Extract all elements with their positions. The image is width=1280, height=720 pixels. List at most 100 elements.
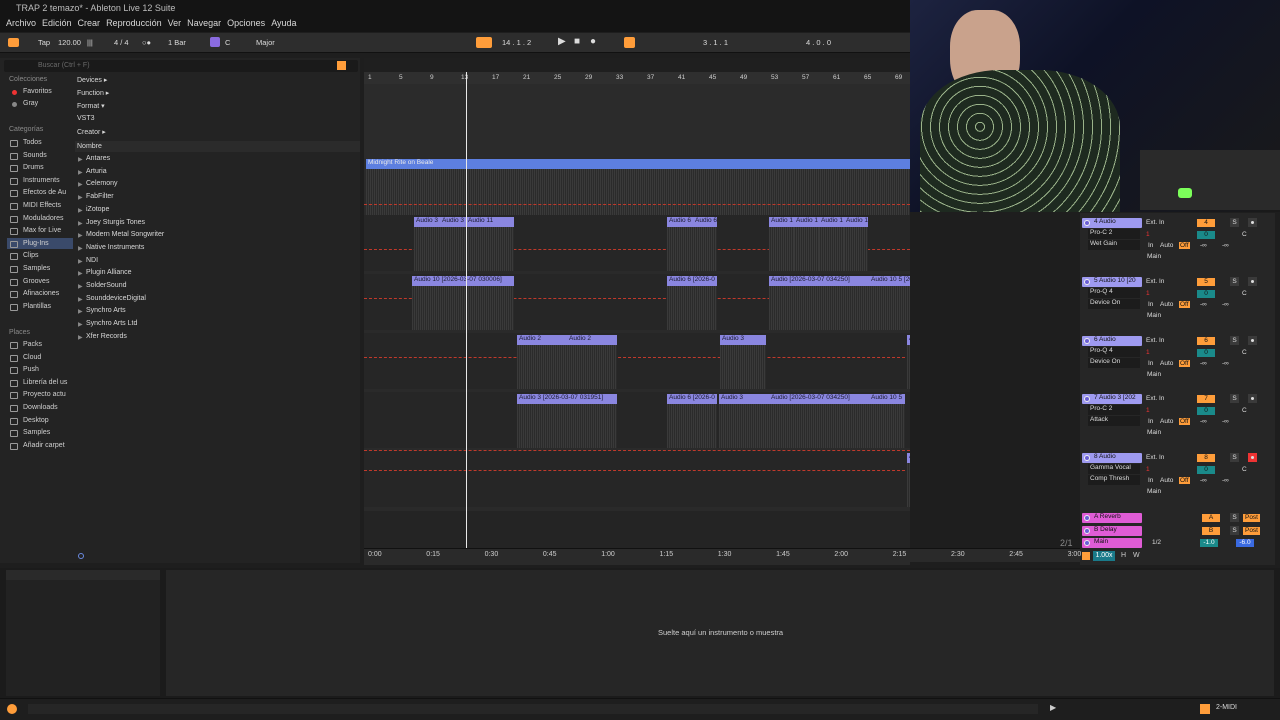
return-activator[interactable]: A [1202, 514, 1220, 522]
menu-ayuda[interactable]: Ayuda [271, 18, 296, 28]
clip-t7-3[interactable]: Audio [2026-03-07 034250] [769, 394, 869, 404]
send-a-value[interactable]: -∞ [1200, 301, 1207, 308]
scale-select[interactable]: Major [256, 38, 275, 47]
filter-2[interactable]: Format ▾ [77, 102, 105, 110]
track-6-lane[interactable] [364, 333, 910, 389]
main-volume[interactable]: -1.0 [1200, 539, 1218, 547]
expand-icon[interactable]: ▶ [78, 334, 83, 341]
play-icon[interactable]: ▶ [558, 36, 566, 47]
category-13[interactable]: Plantillas [23, 303, 51, 310]
arm-record-button[interactable] [1248, 335, 1257, 345]
output-select[interactable]: Main [1147, 312, 1161, 319]
place-5[interactable]: Downloads [23, 404, 58, 411]
loop-start[interactable]: 3 . 1 . 1 [703, 38, 728, 47]
place-6[interactable]: Desktop [23, 417, 49, 424]
track-activator[interactable]: 7 [1197, 395, 1215, 404]
menu-opciones[interactable]: Opciones [227, 18, 265, 28]
midi-icon[interactable] [1200, 704, 1210, 714]
input-channel[interactable]: 1 [1146, 407, 1150, 414]
monitor-auto[interactable]: Auto [1160, 360, 1173, 367]
search-input[interactable]: Buscar (Ctrl + F) [4, 60, 358, 72]
place-8[interactable]: Añadir carpet [23, 442, 65, 449]
place-0[interactable]: Packs [23, 341, 42, 348]
clip-t6-2[interactable]: Audio 3 [720, 335, 766, 345]
clip-t5-3[interactable]: Audio 10 5 [202 [869, 276, 910, 286]
output-select[interactable]: Main [1147, 371, 1161, 378]
vendor-13[interactable]: Synchro Arts Ltd [86, 320, 137, 327]
output-select[interactable]: Main [1147, 253, 1161, 260]
bar-ruler[interactable]: 1 5 9 13 17 21 25 29 33 37 41 45 49 53 57 61 65 69 [364, 72, 910, 84]
menu-reproduccion[interactable]: Reproducción [106, 18, 162, 28]
main-fold-icon[interactable] [1084, 540, 1090, 546]
vendor-4[interactable]: iZotope [86, 206, 109, 213]
place-2[interactable]: Push [23, 366, 39, 373]
vendor-6[interactable]: Modern Metal Songwriter [86, 231, 164, 238]
category-10[interactable]: Samples [23, 265, 50, 272]
category-3[interactable]: Instruments [23, 177, 60, 184]
track-activator[interactable]: 6 [1197, 336, 1215, 345]
input-channel[interactable]: 1 [1146, 349, 1150, 356]
category-1[interactable]: Sounds [23, 152, 47, 159]
monitor-in[interactable]: In [1148, 301, 1153, 308]
info-icon[interactable] [7, 704, 17, 714]
input-type-select[interactable]: Ext. In [1146, 278, 1164, 285]
expand-icon[interactable]: ▶ [78, 194, 83, 201]
collection-favoritos[interactable]: Favoritos [23, 88, 52, 95]
return-post-button[interactable]: Post [1243, 514, 1260, 522]
place-7[interactable]: Samples [23, 429, 50, 436]
send-a-value[interactable]: -∞ [1200, 418, 1207, 425]
monitor-off[interactable]: Off [1179, 418, 1190, 426]
expand-icon[interactable]: ▶ [78, 220, 83, 227]
input-type-select[interactable]: Ext. In [1146, 219, 1164, 226]
parameter-select[interactable]: Device On [1088, 357, 1140, 368]
vendor-3[interactable]: FabFilter [86, 193, 114, 200]
stop-icon[interactable]: ■ [574, 36, 580, 47]
loop-length[interactable]: 4 . 0 . 0 [806, 38, 831, 47]
solo-button[interactable]: S [1230, 394, 1239, 404]
monitor-in[interactable]: In [1148, 477, 1153, 484]
monitor-off[interactable]: Off [1179, 242, 1190, 249]
vendor-5[interactable]: Joey Sturgis Tones [86, 219, 145, 226]
parameter-select[interactable]: Wet Gain [1088, 240, 1140, 250]
solo-button[interactable]: S [1230, 276, 1239, 286]
category-12[interactable]: Afinaciones [23, 290, 59, 297]
vendor-11[interactable]: SounddeviceDigital [86, 295, 146, 302]
clip-t4-6[interactable]: Audio 1 [794, 217, 820, 227]
input-type-select[interactable]: Ext. In [1146, 454, 1164, 461]
clip-t6-3[interactable]: Au [907, 335, 910, 345]
metronome-icon[interactable]: ○● [142, 38, 151, 47]
vendor-12[interactable]: Synchro Arts [86, 307, 126, 314]
track-7-name[interactable]: 7 Audio 3 [202 [1082, 394, 1142, 405]
send-b-value[interactable]: -∞ [1222, 418, 1229, 425]
key-icon[interactable] [210, 37, 220, 47]
collection-gray[interactable]: Gray [23, 100, 38, 107]
track-8-lane[interactable] [364, 451, 910, 507]
vendor-2[interactable]: Celemony [86, 180, 118, 187]
clip-t8-0[interactable]: Aud [907, 453, 910, 463]
return-A-name[interactable]: A Reverb [1082, 513, 1142, 523]
input-type-select[interactable]: Ext. In [1146, 395, 1164, 402]
filter-1[interactable]: Function ▸ [77, 89, 109, 97]
monitor-auto[interactable]: Auto [1160, 301, 1173, 308]
input-type-select[interactable]: Ext. In [1146, 337, 1164, 344]
draw-mode-icon[interactable] [624, 37, 635, 48]
solo-button[interactable]: S [1230, 218, 1239, 227]
return-fold-icon[interactable] [1084, 527, 1090, 534]
track-6-name[interactable]: 6 Audio [1082, 335, 1142, 346]
track-5-name[interactable]: 5 Audio 10 [20 [1082, 276, 1142, 287]
clip-t5-1[interactable]: Audio 6 [2026-0 [667, 276, 717, 286]
monitor-off[interactable]: Off [1179, 359, 1190, 367]
vendor-9[interactable]: Plugin Alliance [86, 269, 132, 276]
menu-ver[interactable]: Ver [168, 18, 182, 28]
expand-icon[interactable]: ▶ [78, 181, 83, 188]
place-1[interactable]: Cloud [23, 354, 41, 361]
zoom-icon[interactable] [1082, 552, 1090, 560]
expand-icon[interactable]: ▶ [78, 270, 83, 277]
filter-4[interactable]: Creator ▸ [77, 128, 106, 136]
menu-archivo[interactable]: Archivo [6, 18, 36, 28]
pan-field[interactable]: C [1242, 290, 1247, 297]
monitor-auto[interactable]: Auto [1160, 242, 1173, 249]
expand-icon[interactable]: ▶ [78, 258, 83, 265]
volume-field[interactable]: 0 [1197, 231, 1215, 239]
clip-t4-4[interactable]: Audio 6 [693, 217, 717, 227]
